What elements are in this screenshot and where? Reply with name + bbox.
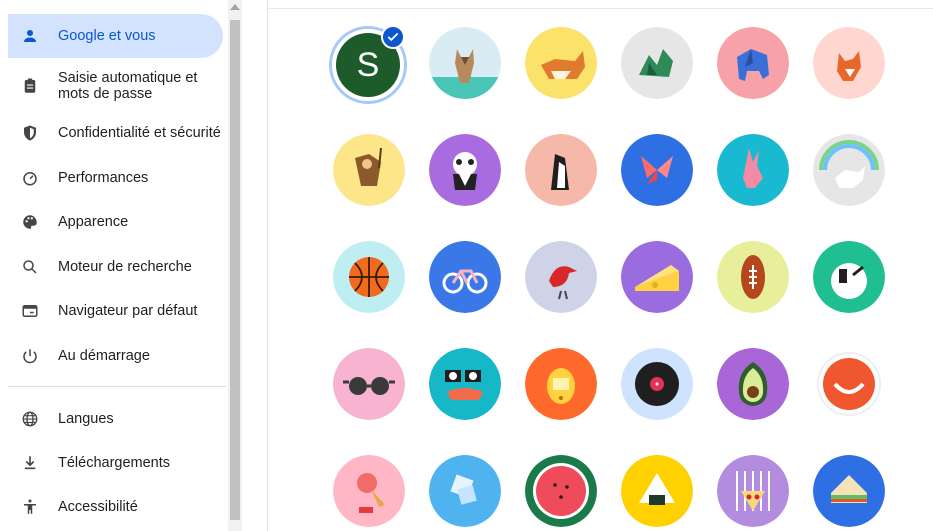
sidebar-item-label: Au démarrage (58, 348, 150, 364)
sidebar-item-performance[interactable]: Performances (8, 156, 223, 200)
sidebar-divider (8, 386, 226, 387)
avatar-vinyl-record[interactable] (621, 348, 693, 420)
browser-icon (20, 301, 40, 321)
avatar-cheese[interactable] (621, 241, 693, 313)
avatar-origami-dragon[interactable] (621, 27, 693, 99)
power-icon (20, 346, 40, 366)
sidebar-item-label: Moteur de recherche (58, 259, 192, 275)
sidebar-item-label: Apparence (58, 214, 129, 230)
sidebar-item-label: Confidentialité et sécurité (58, 125, 221, 141)
avatar-origami-butterfly[interactable] (621, 134, 693, 206)
avatar-avocado[interactable] (717, 348, 789, 420)
sidebar-item-label: Navigateur par défaut (58, 303, 198, 319)
content-divider (267, 0, 268, 531)
avatar-football[interactable] (717, 241, 789, 313)
checkmark-icon (381, 25, 405, 49)
avatar-origami-corgi[interactable] (525, 27, 597, 99)
search-icon (20, 257, 40, 277)
avatar-watermelon[interactable] (525, 455, 597, 527)
shield-icon (20, 123, 40, 143)
clipboard-icon (20, 76, 40, 96)
sidebar-item-label: Saisie automatique et (58, 70, 198, 86)
scroll-up-arrow-icon[interactable] (230, 4, 240, 10)
avatar-pizza[interactable] (717, 455, 789, 527)
sidebar-item-label-block: Saisie automatique et mots de passe (58, 70, 197, 102)
avatar-origami-cat[interactable] (429, 27, 501, 99)
speedometer-icon (20, 168, 40, 188)
avatar-origami-rabbit[interactable] (717, 134, 789, 206)
sidebar-item-autofill[interactable]: Saisie automatique et mots de passe (8, 64, 223, 108)
sidebar-item-search-engine[interactable]: Moteur de recherche (8, 245, 223, 289)
globe-icon (20, 409, 40, 429)
avatar-origami-unicorn[interactable] (813, 134, 885, 206)
avatar-ice-cream[interactable] (333, 455, 405, 527)
avatar-onigiri[interactable] (621, 455, 693, 527)
sidebar-item-privacy[interactable]: Confidentialité et sécurité (8, 111, 223, 155)
person-icon (20, 26, 40, 46)
sidebar-item-default-browser[interactable]: Navigateur par défaut (8, 289, 223, 333)
sidebar-item-languages[interactable]: Langues (8, 397, 223, 441)
avatar-tamagotchi[interactable] (525, 348, 597, 420)
settings-sidebar: Google et vous Saisie automatique et mot… (0, 0, 228, 531)
avatar-basketball[interactable] (333, 241, 405, 313)
sidebar-item-google-et-vous[interactable]: Google et vous (8, 14, 223, 58)
avatar-origami-penguin[interactable] (525, 134, 597, 206)
sidebar-item-label: Téléchargements (58, 455, 171, 471)
avatar-ice[interactable] (429, 455, 501, 527)
avatar-origami-elephant[interactable] (717, 27, 789, 99)
sidebar-item-appearance[interactable]: Apparence (8, 200, 223, 244)
sidebar-item-label: Accessibilité (58, 499, 138, 515)
content-top-divider (268, 8, 933, 9)
sidebar-item-label-line2: mots de passe (58, 86, 153, 102)
sidebar-item-label: Langues (58, 411, 114, 427)
avatar-origami-panda[interactable] (429, 134, 501, 206)
palette-icon (20, 212, 40, 232)
avatar-sunglasses[interactable] (333, 348, 405, 420)
sidebar-scrollbar[interactable] (228, 0, 242, 531)
avatar-origami-fox[interactable] (813, 27, 885, 99)
sidebar-item-label: Performances (58, 170, 149, 186)
sidebar-item-accessibility[interactable]: Accessibilité (8, 485, 223, 529)
avatar-origami-monkey[interactable] (333, 134, 405, 206)
avatar-sushi-bowl[interactable] (813, 241, 885, 313)
avatar-smile-bowl[interactable] (813, 348, 885, 420)
avatar-sandwich[interactable] (813, 455, 885, 527)
scroll-thumb[interactable] (230, 20, 240, 520)
sidebar-item-on-startup[interactable]: Au démarrage (8, 334, 223, 378)
download-icon (20, 453, 40, 473)
avatar-sushi-roll[interactable] (429, 348, 501, 420)
sidebar-item-downloads[interactable]: Téléchargements (8, 441, 223, 485)
sidebar-item-label: Google et vous (58, 28, 156, 44)
avatar-red-bird[interactable] (525, 241, 597, 313)
avatar-bicycle[interactable] (429, 241, 501, 313)
accessibility-icon (20, 497, 40, 517)
avatar-initial: S (356, 45, 380, 84)
